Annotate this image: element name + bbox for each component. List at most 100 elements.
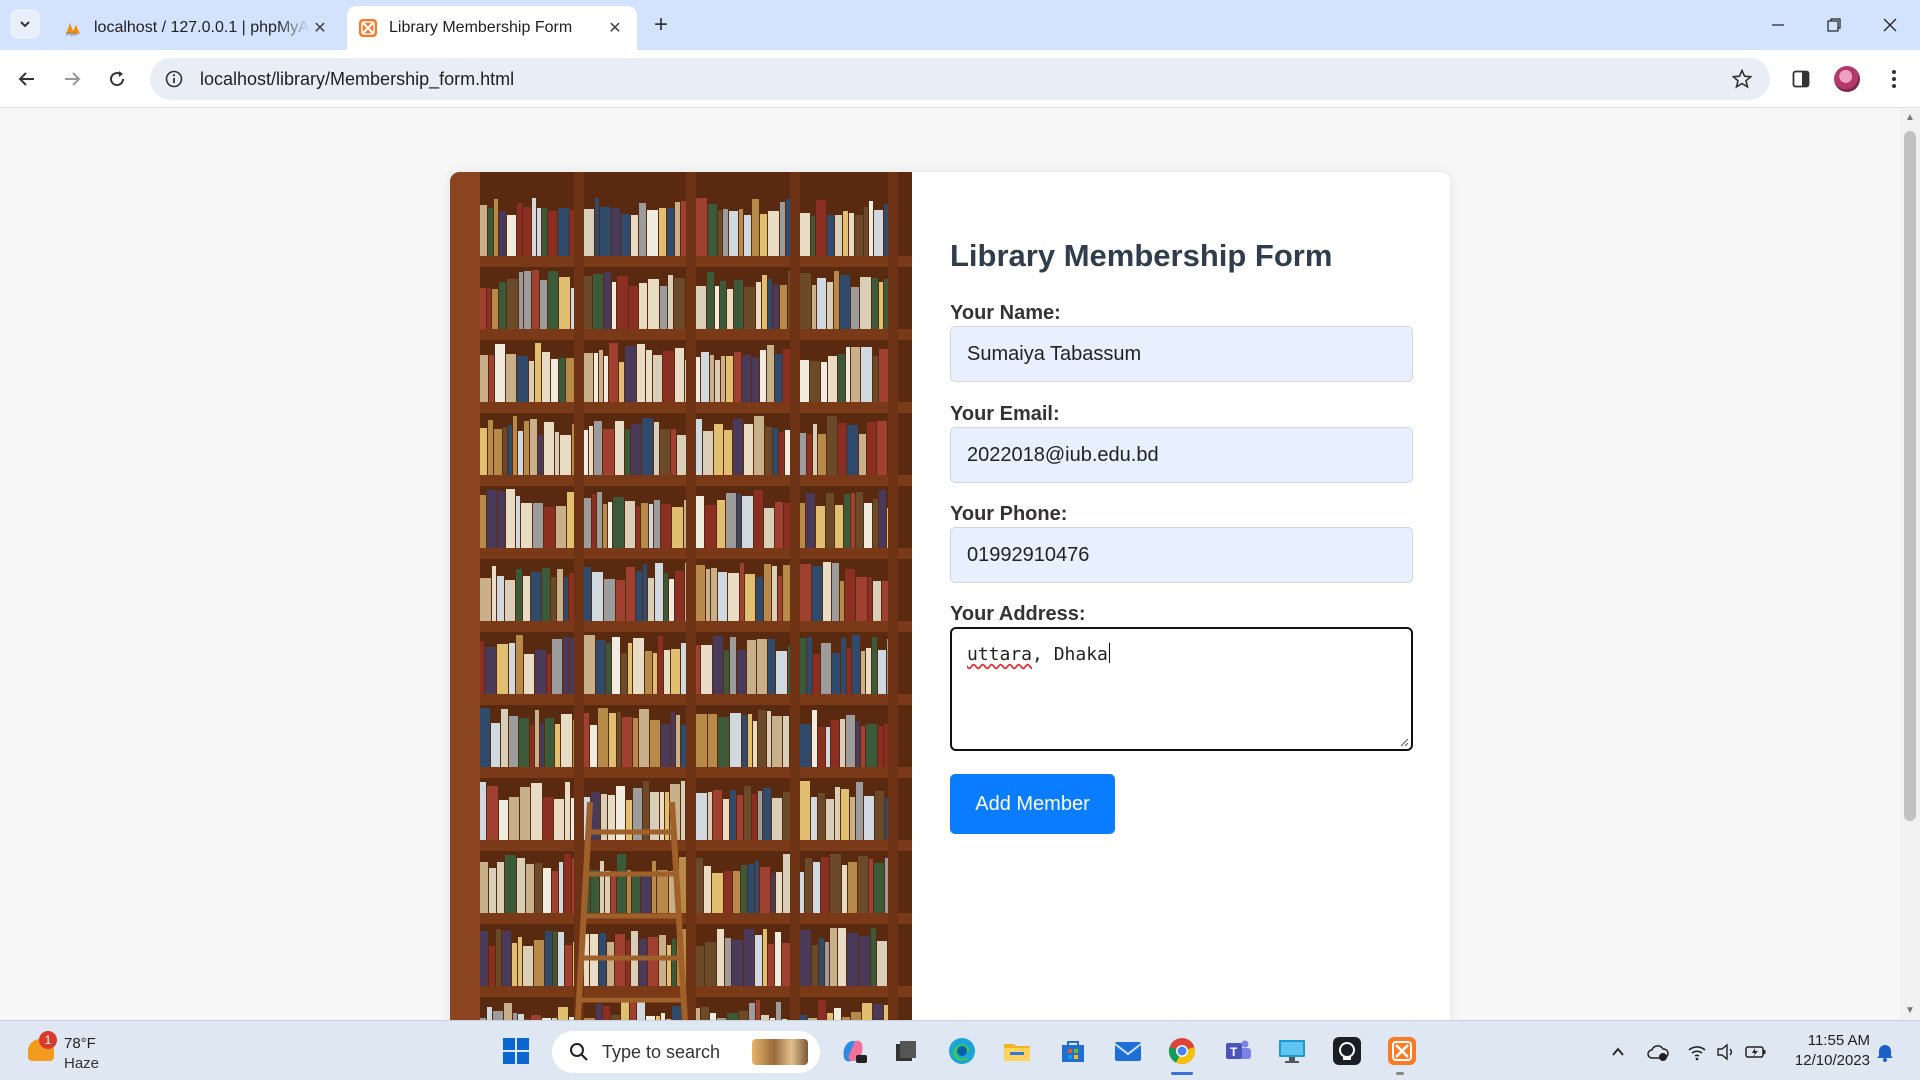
scroll-up-icon[interactable]: ▲ — [1905, 113, 1915, 123]
new-tab-button[interactable]: + — [646, 10, 676, 40]
notification-badge: 1 — [39, 1031, 57, 1049]
phone-label: Your Phone: — [950, 503, 1068, 525]
wifi-tray[interactable] — [1686, 1041, 1708, 1063]
phpmyadmin-icon: PMA — [64, 19, 82, 37]
membership-card: Library Membership Form Your Name: Sumai… — [450, 172, 1450, 1020]
arrow-right-icon — [65, 72, 81, 86]
search-highlight-image — [752, 1039, 808, 1065]
plus-icon: + — [653, 11, 668, 38]
monitor-icon — [1279, 1040, 1305, 1063]
teams-icon: T — [1226, 1040, 1251, 1059]
url-text: localhost/library/Membership_form.html — [200, 68, 515, 89]
forward-button[interactable] — [54, 61, 90, 97]
notification-center-button[interactable] — [1874, 1041, 1896, 1063]
onedrive-tray[interactable] — [1647, 1041, 1669, 1063]
xampp-app[interactable] — [1384, 1033, 1420, 1069]
show-hidden-icons-button[interactable] — [1607, 1041, 1629, 1063]
github-icon — [1333, 1037, 1361, 1065]
name-label: Your Name: — [950, 302, 1061, 324]
volume-tray[interactable] — [1715, 1041, 1737, 1063]
microsoft-store-app[interactable] — [1055, 1033, 1091, 1069]
scroll-down-icon[interactable]: ▼ — [1905, 1006, 1915, 1016]
windows-taskbar: 1 78°F Haze Type to search T 11:55 AM 12… — [0, 1020, 1920, 1080]
back-button[interactable] — [9, 61, 45, 97]
browser-menu-button[interactable] — [1876, 61, 1912, 97]
browser-toolbar: localhost/library/Membership_form.html — [0, 50, 1920, 108]
minimize-icon — [1772, 24, 1784, 26]
battery-charging-icon — [1745, 1046, 1766, 1058]
cloud-sync-icon — [1647, 1045, 1669, 1061]
phone-input[interactable]: 01992910476 — [950, 527, 1413, 583]
wifi-icon — [1688, 1046, 1706, 1061]
bell-icon — [1877, 1045, 1893, 1062]
teams-app[interactable]: T — [1220, 1033, 1256, 1069]
running-app-indicator — [1396, 1072, 1404, 1075]
speaker-icon — [1717, 1043, 1732, 1061]
remote-desktop-app[interactable] — [1274, 1033, 1310, 1069]
email-label: Your Email: — [950, 403, 1060, 425]
clock-time: 11:55 AM — [1807, 1032, 1870, 1049]
weather-condition: Haze — [64, 1055, 100, 1072]
avatar — [1834, 66, 1860, 92]
restore-icon — [1827, 18, 1841, 32]
start-button[interactable] — [498, 1033, 534, 1069]
tab-title: localhost / 127.0.0.1 | phpMyAdmin — [94, 19, 310, 36]
profile-button[interactable] — [1829, 61, 1865, 97]
copilot-icon — [843, 1040, 867, 1063]
system-clock[interactable]: 11:55 AM 12/10/2023 — [1782, 1031, 1870, 1071]
tab-title: Library Membership Form — [389, 19, 573, 36]
address-text-misspelled: uttara — [967, 644, 1033, 665]
address-text: , Dhaka — [1032, 644, 1108, 665]
scrollbar-thumb[interactable] — [1904, 131, 1916, 821]
file-explorer-app[interactable] — [999, 1033, 1035, 1069]
battery-tray[interactable] — [1745, 1041, 1767, 1063]
copilot-app[interactable] — [835, 1033, 871, 1069]
chevron-down-icon — [20, 21, 30, 28]
close-icon[interactable]: ✕ — [310, 18, 330, 38]
page-viewport: Library Membership Form Your Name: Sumai… — [0, 109, 1900, 1020]
windows-logo-icon — [503, 1038, 529, 1064]
tab-search-button[interactable] — [10, 9, 40, 39]
edge-app[interactable] — [944, 1033, 980, 1069]
mail-icon — [1114, 1042, 1142, 1061]
folder-icon — [1004, 1044, 1030, 1061]
arrow-left-icon — [18, 72, 34, 86]
resize-grip-icon[interactable] — [1399, 737, 1409, 747]
more-vertical-icon — [1892, 70, 1896, 88]
chrome-icon — [1168, 1038, 1196, 1065]
edge-browser-icon — [949, 1038, 975, 1064]
email-input[interactable]: 2022018@iub.edu.bd — [950, 427, 1413, 483]
xampp-icon — [1388, 1037, 1416, 1065]
page-scrollbar[interactable]: ▲ ▼ — [1900, 109, 1920, 1020]
svg-text:T: T — [1230, 1045, 1238, 1059]
search-icon — [568, 1041, 590, 1063]
reload-button[interactable] — [99, 61, 135, 97]
name-input[interactable]: Sumaiya Tabassum — [950, 326, 1413, 382]
add-member-button[interactable]: Add Member — [950, 774, 1115, 834]
mail-app[interactable] — [1110, 1033, 1146, 1069]
bookmark-star-icon[interactable] — [1730, 67, 1754, 91]
clock-date: 12/10/2023 — [1794, 1052, 1870, 1069]
bookshelf-image — [450, 172, 912, 1020]
weather-widget[interactable]: 1 78°F Haze — [24, 1029, 134, 1073]
tab-phpmyadmin[interactable]: PMA localhost / 127.0.0.1 | phpMyAdmin ✕ — [52, 6, 342, 50]
github-app[interactable] — [1329, 1033, 1365, 1069]
task-view-icon — [896, 1041, 916, 1061]
task-view-app[interactable] — [888, 1033, 924, 1069]
weather-temperature: 78°F — [64, 1035, 96, 1052]
address-textarea[interactable]: uttara, Dhaka — [950, 627, 1413, 751]
chrome-app[interactable] — [1164, 1033, 1200, 1069]
address-label: Your Address: — [950, 603, 1086, 625]
site-info-icon[interactable] — [162, 67, 186, 91]
xampp-icon — [359, 19, 377, 37]
close-icon[interactable]: ✕ — [605, 18, 625, 38]
address-bar[interactable]: localhost/library/Membership_form.html — [150, 58, 1770, 100]
restore-button[interactable] — [1806, 0, 1862, 50]
window-close-button[interactable] — [1862, 0, 1918, 50]
minimize-button[interactable] — [1750, 0, 1806, 50]
active-app-indicator — [1171, 1072, 1193, 1075]
side-panel-button[interactable] — [1783, 61, 1819, 97]
taskbar-search[interactable]: Type to search — [552, 1031, 820, 1073]
search-placeholder: Type to search — [602, 1041, 721, 1062]
tab-library-form[interactable]: Library Membership Form ✕ — [347, 6, 637, 50]
